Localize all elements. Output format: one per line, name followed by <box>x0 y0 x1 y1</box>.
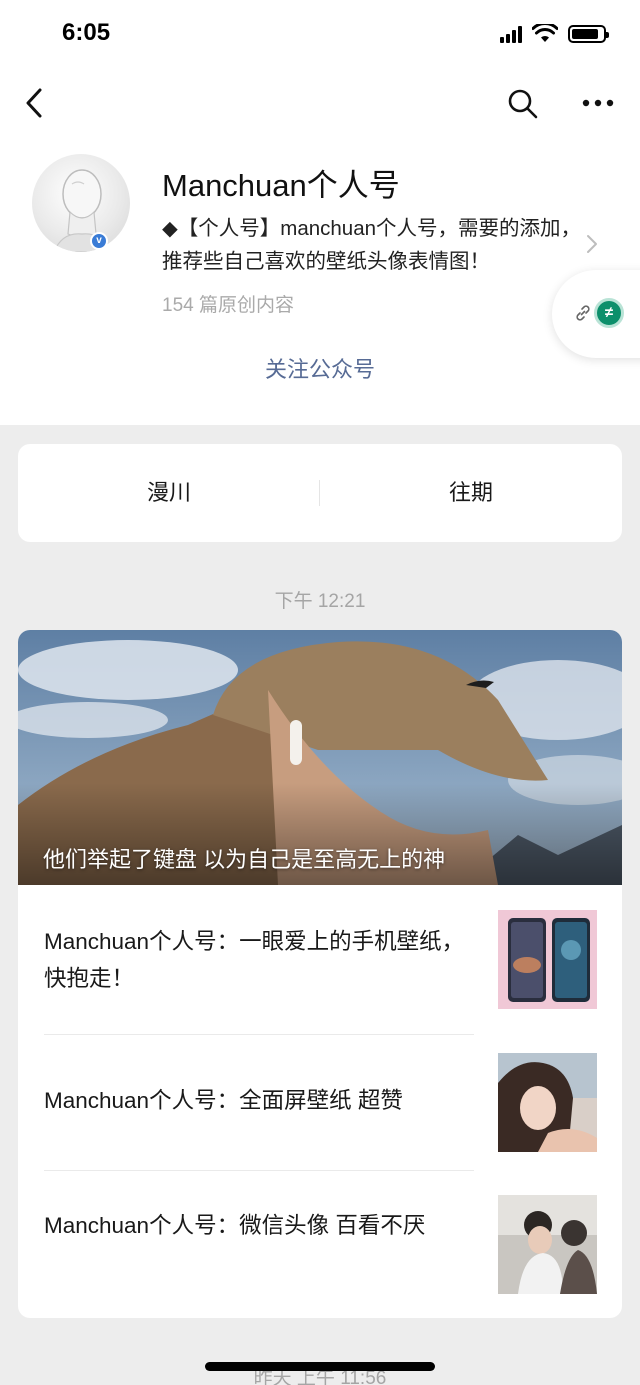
nav-bar <box>0 70 640 140</box>
menu-card: 漫川 往期 <box>18 444 622 542</box>
follow-account-button[interactable]: 关注公众号 <box>0 352 640 384</box>
avatar-mannequin-image <box>53 169 111 252</box>
profile-header: v Manchuan个人号 ◆【个人号】manchuan个人号，需要的添加，推荐… <box>0 140 640 425</box>
signal-icon <box>500 25 522 43</box>
article-thumbnail <box>498 1195 597 1294</box>
official-account-page: 6:05 v Manchuan个人号 ◆【个人号】manchuan个人号，需要的… <box>0 0 640 1385</box>
article-card: 他们举起了键盘 以为自己是至高无上的神 Manchuan个人号：一眼爱上的手机壁… <box>18 630 622 1318</box>
article-title: Manchuan个人号：一眼爱上的手机壁纸，快抱走！ <box>44 929 465 991</box>
more-icon[interactable] <box>578 88 618 118</box>
account-description[interactable]: ◆【个人号】manchuan个人号，需要的添加，推荐些自己喜欢的壁纸头像表情图！ <box>162 212 582 278</box>
article-row[interactable]: Manchuan个人号：微信头像 百看不厌 <box>18 1171 622 1318</box>
float-circle-icon: ≠ <box>594 298 624 328</box>
home-indicator[interactable] <box>205 1362 435 1371</box>
verified-badge-icon: v <box>90 232 108 250</box>
account-name: Manchuan个人号 <box>162 168 400 203</box>
link-icon <box>576 305 590 321</box>
article-count: 154 篇原创内容 <box>162 295 294 316</box>
chevron-right-icon[interactable] <box>584 232 600 256</box>
thumbnail-phones-image <box>498 910 597 1009</box>
wifi-icon <box>532 24 558 42</box>
floating-link-button[interactable]: ≠ <box>552 270 640 358</box>
battery-icon <box>568 25 609 43</box>
article-title: Manchuan个人号：全面屏壁纸 超赞 <box>44 1088 403 1113</box>
status-bar: 6:05 <box>0 0 640 70</box>
article-title: Manchuan个人号：微信头像 百看不厌 <box>44 1213 426 1238</box>
menu-item-manchuan[interactable]: 漫川 <box>18 444 320 542</box>
menu-item-history[interactable]: 往期 <box>320 444 622 542</box>
status-icons <box>500 24 609 44</box>
thumbnail-portrait-image <box>498 1053 597 1152</box>
cover-article[interactable]: 他们举起了键盘 以为自己是至高无上的神 <box>18 630 622 885</box>
thumbnail-couple-image <box>498 1195 597 1294</box>
battery-fill <box>572 29 598 39</box>
back-icon[interactable] <box>20 86 50 120</box>
cover-title: 他们举起了键盘 以为自己是至高无上的神 <box>43 847 446 872</box>
message-timestamp: 下午 12:21 <box>274 591 366 612</box>
status-time: 6:05 <box>62 19 111 46</box>
article-thumbnail <box>498 910 597 1009</box>
article-row[interactable]: Manchuan个人号：一眼爱上的手机壁纸，快抱走！ <box>18 885 622 1035</box>
search-icon[interactable] <box>506 87 540 121</box>
avatar[interactable] <box>32 154 130 252</box>
article-thumbnail <box>498 1053 597 1152</box>
article-row[interactable]: Manchuan个人号：全面屏壁纸 超赞 <box>18 1035 622 1171</box>
